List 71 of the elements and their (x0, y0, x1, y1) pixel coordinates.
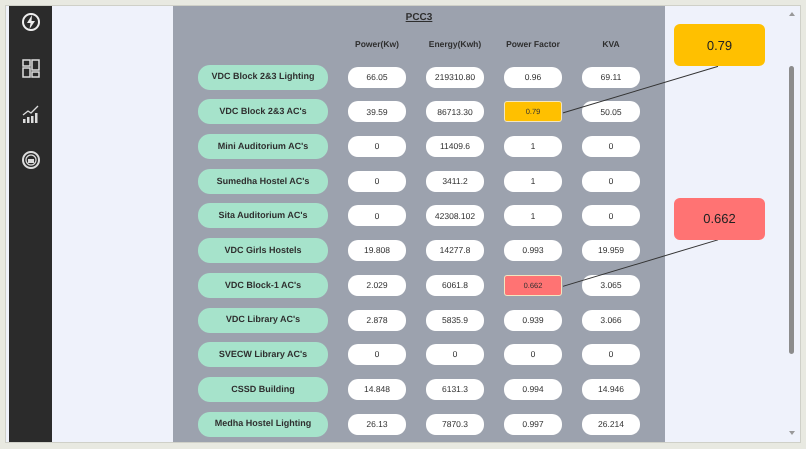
value-cell: 66.05 (348, 66, 406, 88)
scroll-down-icon[interactable] (788, 430, 796, 436)
value-cell: 0 (348, 344, 406, 366)
callout-box: 0.662 (674, 198, 765, 240)
value-cell: 0 (582, 344, 640, 366)
value-cell: 26.13 (348, 414, 406, 435)
column-header: Power(Kw) (354, 38, 400, 50)
value-cell: 50.05 (582, 101, 640, 122)
value-cell: 2.029 (348, 274, 406, 296)
value-cell: 0.939 (504, 310, 562, 330)
value-cell: 0 (582, 136, 640, 158)
feeder-label[interactable]: Medha Hostel Lighting (198, 412, 328, 437)
value-cell: 1 (504, 205, 562, 226)
sidebar-button[interactable] (20, 104, 40, 124)
value-cell: 3.066 (582, 310, 640, 330)
feeder-label[interactable]: CSSD Building (198, 376, 328, 402)
value-cell: 69.11 (582, 66, 640, 88)
value-cell: 14277.8 (426, 240, 484, 262)
feeder-label[interactable]: VDC Block-1 AC's (198, 272, 328, 298)
gauge-icon (20, 150, 40, 170)
value-cell: 219310.80 (426, 66, 484, 88)
value-cell: 7870.3 (426, 414, 484, 435)
feeder-label[interactable]: Mini Auditorium AC's (198, 134, 328, 160)
value-cell: 6061.8 (426, 274, 484, 296)
value-cell: 0 (582, 205, 640, 226)
feeder-label[interactable]: Sita Auditorium AC's (198, 203, 328, 228)
value-cell: 26.214 (582, 414, 640, 435)
value-cell: 2.878 (348, 310, 406, 330)
value-cell: 0 (582, 170, 640, 192)
value-cell: 19.808 (348, 240, 406, 262)
feeder-label[interactable]: Sumedha Hostel AC's (198, 168, 328, 194)
value-cell: 0.994 (504, 378, 562, 400)
value-cell: 0.997 (504, 414, 562, 435)
value-cell: 1 (504, 170, 562, 192)
value-cell: 1 (504, 136, 562, 158)
feeder-label[interactable]: VDC Girls Hostels (198, 238, 328, 264)
feeder-label[interactable]: VDC Block 2&3 AC's (198, 99, 328, 124)
value-cell: 11409.6 (426, 136, 484, 158)
column-header: Power Factor (505, 38, 561, 50)
value-cell: 0 (348, 136, 406, 158)
value-cell: 0 (426, 344, 484, 366)
value-cell: 14.946 (582, 378, 640, 400)
sidebar-button[interactable] (20, 58, 40, 78)
sidebar-button[interactable] (20, 12, 40, 32)
value-cell: 39.59 (348, 101, 406, 122)
bolt-icon (20, 12, 40, 32)
feeder-label[interactable]: VDC Block 2&3 Lighting (198, 64, 328, 90)
feeder-label[interactable]: VDC Library AC's (198, 308, 328, 332)
dashboard-icon (20, 58, 40, 78)
callout-box: 0.79 (674, 24, 765, 66)
value-cell: 0 (504, 344, 562, 366)
value-cell: 86713.30 (426, 101, 484, 122)
value-cell: 19.959 (582, 240, 640, 262)
value-cell: 3411.2 (426, 170, 484, 192)
value-cell: 3.065 (582, 274, 640, 296)
feeder-label[interactable]: SVECW Library AC's (198, 342, 328, 368)
sidebar-button[interactable] (20, 150, 40, 170)
column-header: Energy(Kwh) (428, 38, 482, 50)
scrollbar[interactable] (788, 11, 796, 436)
chart-icon (20, 104, 40, 124)
value-cell: 0.993 (504, 240, 562, 262)
value-cell: 6131.3 (426, 378, 484, 400)
value-cell: 14.848 (348, 378, 406, 400)
panel-title: PCC3 (404, 11, 434, 25)
column-header: KVA (601, 38, 621, 50)
value-cell: 5835.9 (426, 310, 484, 330)
value-cell: 0 (348, 205, 406, 226)
value-cell: 0 (348, 170, 406, 192)
value-cell: 0.96 (504, 66, 562, 88)
value-cell: 42308.102 (426, 205, 484, 226)
scroll-up-icon[interactable] (788, 11, 796, 17)
